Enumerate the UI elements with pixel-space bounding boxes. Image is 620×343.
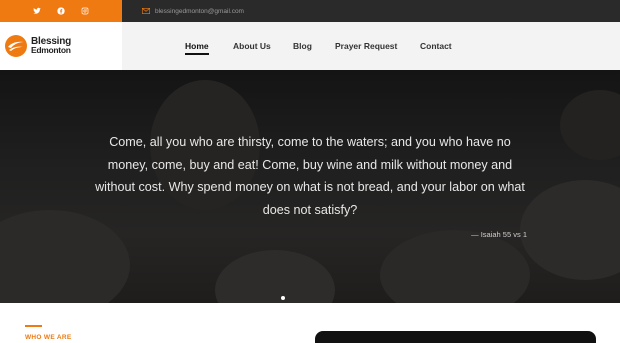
section-label: WHO WE ARE: [25, 334, 72, 341]
background-rock: [0, 210, 130, 303]
background-rock: [380, 230, 530, 303]
social-links: [0, 0, 122, 22]
facebook-icon[interactable]: [56, 6, 66, 16]
slider-dot[interactable]: [281, 296, 285, 300]
background-rock: [215, 250, 335, 303]
nav-contact[interactable]: Contact: [420, 41, 452, 51]
quote-citation: — Isaiah 55 vs 1: [471, 230, 527, 239]
nav-home[interactable]: Home: [185, 41, 209, 55]
logo[interactable]: Blessing Edmonton: [0, 22, 122, 70]
nav-about-us[interactable]: About Us: [233, 41, 271, 51]
instagram-icon[interactable]: [80, 6, 90, 16]
contact-info: blessingedmonton@gmail.com: [122, 0, 620, 22]
nav-blog[interactable]: Blog: [293, 41, 312, 51]
mail-icon: [142, 8, 150, 14]
email-address[interactable]: blessingedmonton@gmail.com: [155, 8, 244, 15]
top-bar: blessingedmonton@gmail.com: [0, 0, 620, 22]
twitter-icon[interactable]: [32, 6, 42, 16]
hero-quote: Come, all you who are thirsty, come to t…: [95, 135, 525, 217]
site-header: Blessing Edmonton Home About Us Blog Pra…: [0, 22, 620, 70]
background-rock: [520, 180, 620, 280]
logo-subtitle: Edmonton: [31, 45, 71, 55]
dark-panel: [315, 331, 596, 343]
who-we-are-section: WHO WE ARE: [0, 303, 620, 343]
logo-icon: [5, 35, 27, 57]
background-rock: [560, 90, 620, 160]
section-accent-line: [25, 325, 42, 327]
nav-prayer-request[interactable]: Prayer Request: [335, 41, 397, 51]
hero-slider: Come, all you who are thirsty, come to t…: [0, 70, 620, 303]
